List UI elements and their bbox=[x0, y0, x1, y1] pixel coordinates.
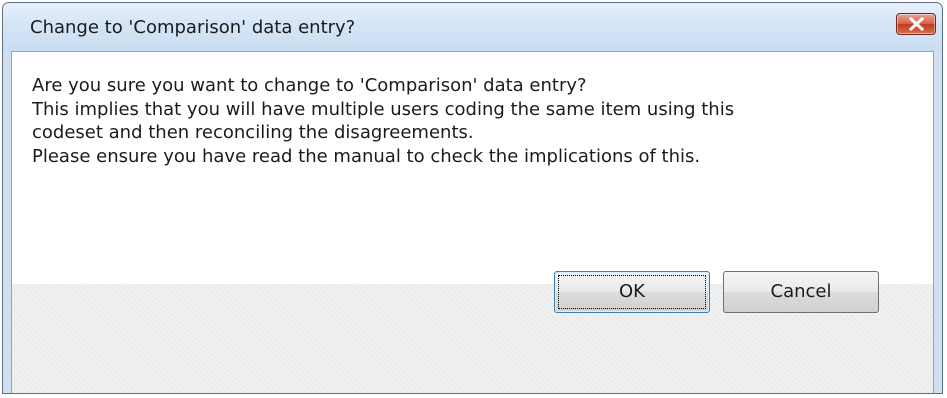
message-line: codeset and then reconciling the disagre… bbox=[32, 122, 474, 143]
cancel-button[interactable]: Cancel bbox=[723, 271, 879, 313]
ok-button[interactable]: OK bbox=[554, 271, 710, 313]
dialog-title: Change to 'Comparison' data entry? bbox=[30, 17, 356, 38]
dialog-message: Are you sure you want to change to 'Comp… bbox=[32, 74, 872, 168]
close-icon bbox=[909, 17, 924, 31]
message-line: Are you sure you want to change to 'Comp… bbox=[32, 75, 587, 96]
message-line: Please ensure you have read the manual t… bbox=[32, 145, 701, 167]
close-button[interactable] bbox=[896, 13, 936, 35]
focus-rectangle bbox=[558, 275, 706, 309]
dialog-window: Change to 'Comparison' data entry? Are y… bbox=[2, 2, 943, 394]
cancel-button-label: Cancel bbox=[770, 281, 832, 302]
message-line: This implies that you will have multiple… bbox=[32, 98, 735, 120]
title-bar[interactable]: Change to 'Comparison' data entry? bbox=[3, 3, 942, 51]
